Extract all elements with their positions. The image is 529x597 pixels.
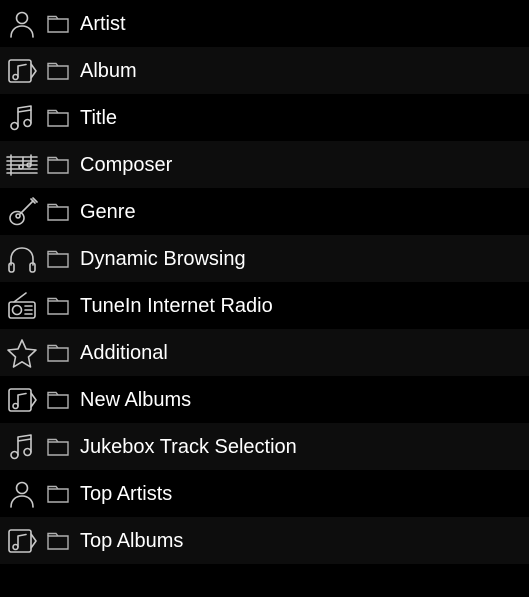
guitar-icon xyxy=(6,196,38,228)
menu-item-artist[interactable]: Artist xyxy=(0,0,529,47)
menu-item-title[interactable]: Title xyxy=(0,94,529,141)
folder-icon xyxy=(46,200,70,224)
menu-item-composer[interactable]: Composer xyxy=(0,141,529,188)
menu-item-label: Title xyxy=(80,108,117,128)
person-icon xyxy=(6,8,38,40)
menu-item-label: Top Artists xyxy=(80,484,172,504)
folder-icon xyxy=(46,294,70,318)
menu-item-additional[interactable]: Additional xyxy=(0,329,529,376)
folder-icon xyxy=(46,435,70,459)
menu-item-label: Album xyxy=(80,61,137,81)
menu-item-label: Top Albums xyxy=(80,531,183,551)
menu-item-label: TuneIn Internet Radio xyxy=(80,296,273,316)
menu-item-top-albums[interactable]: Top Albums xyxy=(0,517,529,564)
menu-item-tunein-radio[interactable]: TuneIn Internet Radio xyxy=(0,282,529,329)
folder-icon xyxy=(46,341,70,365)
note-icon xyxy=(6,102,38,134)
folder-icon xyxy=(46,59,70,83)
folder-icon xyxy=(46,153,70,177)
menu-item-label: Artist xyxy=(80,14,126,34)
folder-icon xyxy=(46,388,70,412)
menu-item-label: Composer xyxy=(80,155,172,175)
music-menu-list: Artist Album Title Composer Genre Dynami… xyxy=(0,0,529,564)
menu-item-label: Additional xyxy=(80,343,168,363)
folder-icon xyxy=(46,106,70,130)
album-icon xyxy=(6,525,38,557)
headphones-icon xyxy=(6,243,38,275)
menu-item-album[interactable]: Album xyxy=(0,47,529,94)
album-icon xyxy=(6,384,38,416)
menu-item-new-albums[interactable]: New Albums xyxy=(0,376,529,423)
folder-icon xyxy=(46,529,70,553)
menu-item-dynamic-browsing[interactable]: Dynamic Browsing xyxy=(0,235,529,282)
folder-icon xyxy=(46,12,70,36)
folder-icon xyxy=(46,482,70,506)
person-icon xyxy=(6,478,38,510)
menu-item-label: New Albums xyxy=(80,390,191,410)
star-icon xyxy=(6,337,38,369)
note-icon xyxy=(6,431,38,463)
staff-icon xyxy=(6,149,38,181)
menu-item-genre[interactable]: Genre xyxy=(0,188,529,235)
menu-item-label: Jukebox Track Selection xyxy=(80,437,297,457)
menu-item-top-artists[interactable]: Top Artists xyxy=(0,470,529,517)
menu-item-label: Genre xyxy=(80,202,136,222)
menu-item-label: Dynamic Browsing xyxy=(80,249,246,269)
menu-item-jukebox[interactable]: Jukebox Track Selection xyxy=(0,423,529,470)
folder-icon xyxy=(46,247,70,271)
album-icon xyxy=(6,55,38,87)
radio-icon xyxy=(6,290,38,322)
